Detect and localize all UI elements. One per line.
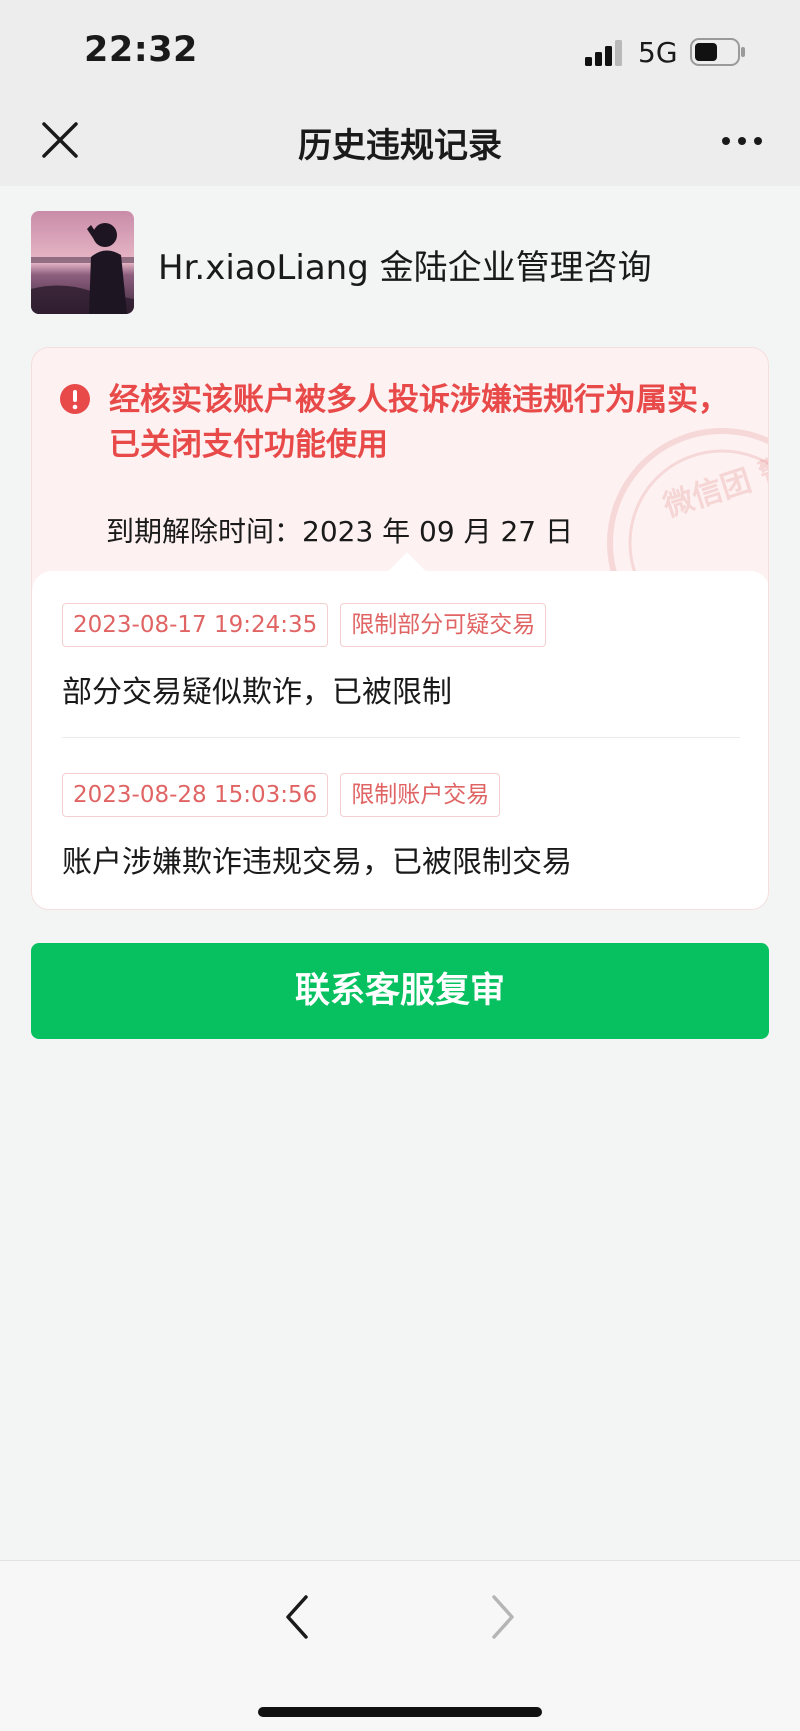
status-bar: 22:32 5G bbox=[0, 0, 800, 100]
contact-support-review-button[interactable]: 联系客服复审 bbox=[31, 943, 769, 1039]
record-time-tag: 2023-08-17 19:24:35 bbox=[62, 603, 329, 647]
page: 22:32 5G 历史违规记录 Hr.xiaoLiang 金陆企业管理咨询 微信… bbox=[0, 0, 800, 1731]
page-title: 历史违规记录 bbox=[298, 126, 502, 166]
violation-records: 2023-08-17 19:24:35 限制部分可疑交易 部分交易疑似欺诈，已被限… bbox=[32, 571, 768, 909]
back-icon[interactable] bbox=[280, 1591, 312, 1643]
nav-bar: 历史违规记录 bbox=[0, 100, 800, 186]
signal-icon bbox=[585, 40, 622, 66]
alert-icon bbox=[60, 384, 90, 414]
record-restriction-tag: 限制账户交易 bbox=[340, 773, 501, 817]
forward-icon[interactable] bbox=[488, 1591, 520, 1643]
record-restriction-tag: 限制部分可疑交易 bbox=[340, 603, 547, 647]
record-item: 2023-08-28 15:03:56 限制账户交易 账户涉嫌欺诈违规交易，已被限… bbox=[62, 773, 742, 881]
record-description: 部分交易疑似欺诈，已被限制 bbox=[62, 675, 452, 710]
network-label: 5G bbox=[638, 36, 678, 69]
home-indicator[interactable] bbox=[258, 1707, 542, 1717]
violation-message: 经核实该账户被多人投诉涉嫌违规行为属实，已关闭支付功能使用 bbox=[109, 382, 729, 463]
violation-notice-card: 微信团 警告 经核实该账户被多人投诉涉嫌违规行为属实，已关闭支付功能使用 到期解… bbox=[31, 347, 769, 910]
expiry-time: 到期解除时间：2023 年 09 月 27 日 bbox=[106, 515, 574, 548]
record-item: 2023-08-17 19:24:35 限制部分可疑交易 部分交易疑似欺诈，已被限… bbox=[62, 603, 742, 711]
more-icon[interactable] bbox=[718, 118, 766, 164]
record-description: 账户涉嫌欺诈违规交易，已被限制交易 bbox=[62, 845, 572, 880]
bottom-nav-bar bbox=[0, 1560, 800, 1731]
avatar bbox=[31, 211, 134, 314]
record-time-tag: 2023-08-28 15:03:56 bbox=[62, 773, 329, 817]
profile-name: Hr.xiaoLiang 金陆企业管理咨询 bbox=[158, 248, 652, 288]
status-time: 22:32 bbox=[84, 30, 198, 70]
battery-icon bbox=[690, 38, 745, 66]
divider bbox=[62, 737, 740, 738]
